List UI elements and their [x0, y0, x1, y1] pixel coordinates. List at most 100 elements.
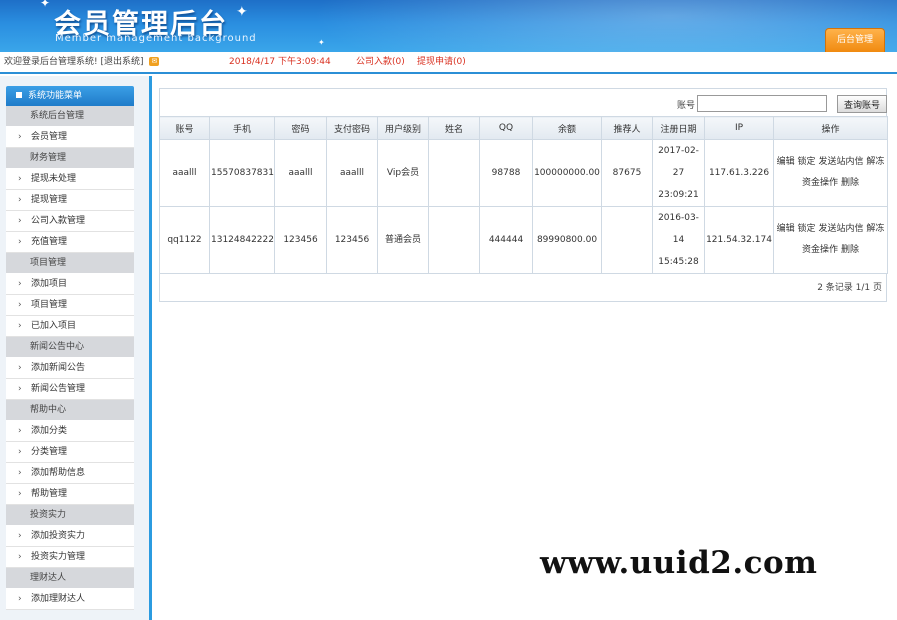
search-account-button[interactable]: 查询账号 — [837, 95, 887, 113]
column-header: 密码 — [274, 116, 327, 140]
sidebar-heading: 系统功能菜单 — [6, 86, 134, 106]
sidebar: 系统功能菜单 系统后台管理 › 会员管理财务管理 › 提现未处理 › 提现管理 › 公司入款管理… — [0, 76, 152, 620]
welcome-text: 欢迎登录后台管理系统! — [4, 57, 98, 67]
cell-phone: 13124842222 — [209, 206, 275, 274]
cell-password: aaalll — [274, 139, 327, 207]
sidebar-item[interactable]: › 添加帮助信息 — [6, 463, 134, 484]
reg-date-line: 27 — [672, 168, 685, 178]
sidebar-menu: 系统功能菜单 系统后台管理 › 会员管理财务管理 › 提现未处理 › 提现管理 › 公司入款管理… — [6, 86, 134, 610]
lock-link[interactable]: 锁定 — [798, 224, 816, 234]
column-header: 手机 — [209, 116, 275, 140]
withdraw-apply-link[interactable]: 提现申请(0) — [417, 52, 466, 72]
chevron-right-icon: › — [18, 489, 22, 499]
edit-link[interactable]: 编辑 — [777, 157, 795, 167]
sidebar-item[interactable]: › 帮助管理 — [6, 484, 134, 505]
sidebar-item-label: 添加理财达人 — [31, 594, 86, 604]
sidebar-item[interactable]: › 会员管理 — [6, 127, 134, 148]
ops-line: 编辑 锁定 发送站内信 解冻 — [775, 152, 886, 173]
funds-operation-link[interactable]: 资金操作 — [802, 178, 838, 188]
send-message-link[interactable]: 发送站内信 — [818, 224, 863, 234]
sidebar-item[interactable]: › 分类管理 — [6, 442, 134, 463]
sidebar-item-label: 投资实力 — [30, 510, 67, 520]
sidebar-item[interactable]: › 添加项目 — [6, 274, 134, 295]
table-header-row: 账号 手机 密码 支付密码 用户级别 姓名 QQ 余额 推荐人 注册日期 IP 操作 — [159, 116, 888, 140]
unfreeze-link[interactable]: 解冻 — [866, 224, 884, 234]
sidebar-item[interactable]: › 添加分类 — [6, 421, 134, 442]
sidebar-item[interactable]: › 公司入款管理 — [6, 211, 134, 232]
sidebar-item-label: 投资实力管理 — [31, 552, 86, 562]
cell-account: aaalll — [159, 139, 210, 207]
sidebar-item-label: 会员管理 — [31, 132, 68, 142]
sidebar-group-header: 财务管理 — [6, 148, 134, 169]
column-header: 用户级别 — [377, 116, 429, 140]
sidebar-group-header: 新闻公告中心 — [6, 337, 134, 358]
sidebar-item-label: 理财达人 — [30, 573, 67, 583]
column-header: 余额 — [532, 116, 602, 140]
sidebar-group-header: 理财达人 — [6, 568, 134, 589]
sidebar-item-label: 添加项目 — [31, 279, 68, 289]
cell-level: 普通会员 — [377, 206, 429, 274]
ops-line: 编辑 锁定 发送站内信 解冻 — [775, 219, 886, 240]
sidebar-item[interactable]: › 充值管理 — [6, 232, 134, 253]
cell-referrer — [601, 206, 653, 274]
cell-qq: 98788 — [479, 139, 533, 207]
sidebar-item[interactable]: › 提现未处理 — [6, 169, 134, 190]
cell-account: qq1122 — [159, 206, 210, 274]
app-subtitle: Member management background — [55, 33, 257, 44]
menu-square-icon — [16, 92, 22, 98]
lock-link[interactable]: 锁定 — [798, 157, 816, 167]
search-label: 账号 — [677, 101, 696, 111]
sidebar-item[interactable]: › 项目管理 — [6, 295, 134, 316]
unfreeze-link[interactable]: 解冻 — [866, 157, 884, 167]
cell-level: Vip会员 — [377, 139, 429, 207]
sidebar-item-label: 公司入款管理 — [31, 216, 86, 226]
message-icon[interactable]: ✉ — [149, 57, 160, 66]
column-header: 姓名 — [428, 116, 480, 140]
watermark-text: www.uuid2.com — [540, 545, 818, 581]
sidebar-group-header: 投资实力 — [6, 505, 134, 526]
ops-line: 资金操作 删除 — [775, 240, 886, 261]
cell-operations: 编辑 锁定 发送站内信 解冻资金操作 删除 — [773, 139, 888, 207]
sidebar-item[interactable]: › 提现管理 — [6, 190, 134, 211]
account-search-input[interactable] — [697, 95, 827, 112]
tab-admin[interactable]: 后台管理 — [825, 28, 885, 52]
sidebar-item[interactable]: › 添加投资实力 — [6, 526, 134, 547]
cell-referrer: 87675 — [601, 139, 653, 207]
delete-link[interactable]: 删除 — [841, 245, 859, 255]
welcome-group: 欢迎登录后台管理系统! [退出系统] ✉ — [4, 52, 160, 72]
sidebar-items: 系统后台管理 › 会员管理财务管理 › 提现未处理 › 提现管理 › 公司入款管理 › 充值管理项目… — [6, 106, 134, 610]
chevron-right-icon: › — [18, 279, 22, 289]
cell-name — [428, 206, 480, 274]
chevron-right-icon: › — [18, 447, 22, 457]
reg-date-line: 23:09:21 — [658, 190, 699, 200]
reg-date-line: 14 — [672, 235, 685, 245]
send-message-link[interactable]: 发送站内信 — [818, 157, 863, 167]
reg-date-line: 2016-03- — [658, 213, 699, 223]
cell-ip: 121.54.32.174 — [704, 206, 774, 274]
chevron-right-icon: › — [18, 216, 22, 226]
sparkle-icon: ✦ — [40, 0, 51, 10]
logout-link[interactable]: [退出系统] — [100, 57, 143, 67]
current-datetime: 2018/4/17 下午3:09:44 — [229, 57, 331, 67]
delete-link[interactable]: 删除 — [841, 178, 859, 188]
sidebar-item-label: 财务管理 — [30, 153, 67, 163]
column-header: QQ — [479, 116, 533, 140]
cell-reg-date: 2016-03- 14 15:45:28 — [652, 206, 705, 274]
sidebar-item-label: 项目管理 — [30, 258, 67, 268]
chevron-right-icon: › — [18, 132, 22, 142]
cell-balance: 89990800.00 — [532, 206, 602, 274]
sidebar-item[interactable]: › 新闻公告管理 — [6, 379, 134, 400]
funds-operation-link[interactable]: 资金操作 — [802, 245, 838, 255]
sidebar-item[interactable]: › 添加理财达人 — [6, 589, 134, 610]
sidebar-item[interactable]: › 投资实力管理 — [6, 547, 134, 568]
sidebar-item[interactable]: › 已加入项目 — [6, 316, 134, 337]
header-banner: ✦ ✦ ✦ 会员管理后台 Member management backgroun… — [0, 0, 897, 52]
sidebar-group-header: 系统后台管理 — [6, 106, 134, 127]
reg-date-line: 2017-02- — [658, 146, 699, 156]
sidebar-item[interactable]: › 添加新闻公告 — [6, 358, 134, 379]
edit-link[interactable]: 编辑 — [777, 224, 795, 234]
company-deposit-link[interactable]: 公司入款(0) — [356, 52, 405, 72]
chevron-right-icon: › — [18, 363, 22, 373]
search-bar: 账号 查询账号 — [159, 88, 887, 116]
reg-date-line: 15:45:28 — [658, 257, 699, 267]
